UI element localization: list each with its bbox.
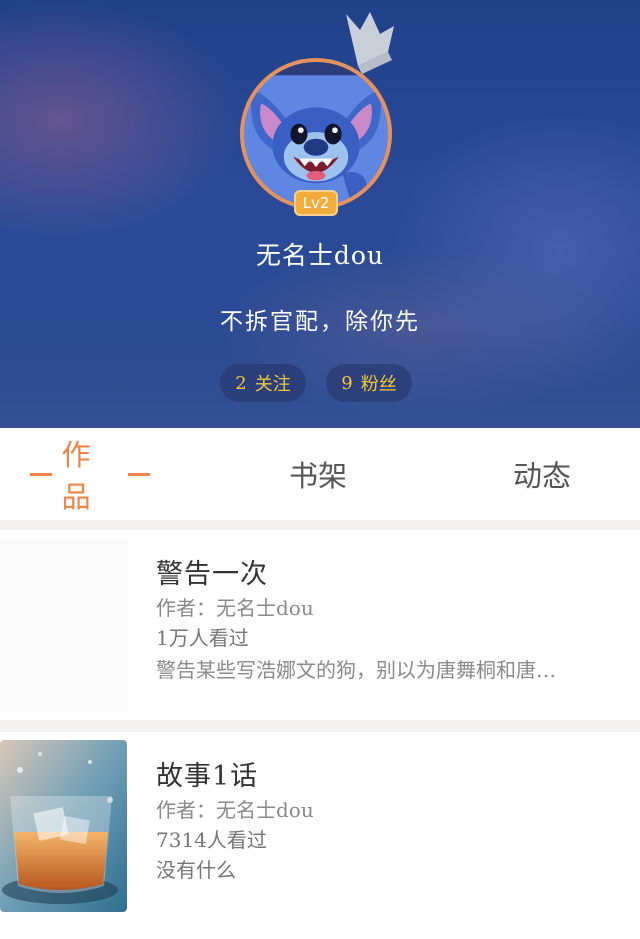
work-description: 警告某些写浩娜文的狗，别以为唐舞桐和唐…: [156, 658, 556, 682]
profile-tabs: 作品 书架 动态: [0, 428, 640, 520]
avatar-image: [244, 62, 388, 206]
following-label: 关注: [254, 374, 291, 395]
tab-works[interactable]: 作品: [20, 428, 160, 520]
work-views: 7314人看过: [156, 828, 267, 852]
fans-count: 9: [341, 372, 353, 394]
work-item[interactable]: 故事1话 作者：无名士dou 7314人看过 没有什么: [0, 732, 640, 939]
fans-button[interactable]: 9 粉丝: [326, 364, 412, 402]
work-cover: [0, 540, 128, 712]
divider: [0, 720, 640, 732]
work-author: 作者：无名士dou: [156, 798, 314, 822]
work-description: 没有什么: [156, 858, 236, 882]
cover-image: [0, 740, 127, 912]
work-views: 1万人看过: [156, 626, 249, 650]
tab-activity-label: 动态: [512, 459, 571, 493]
tab-activity[interactable]: 动态: [486, 428, 598, 520]
work-author: 作者：无名士dou: [156, 596, 314, 620]
following-button[interactable]: 2 关注: [220, 364, 306, 402]
work-title: 警告一次: [156, 559, 268, 590]
fans-label: 粉丝: [360, 374, 397, 395]
profile-stats: 2 关注 9 粉丝: [0, 364, 640, 402]
profile-header: Lv2 无名士dou 不拆官配，除你先 2 关注 9 粉丝: [0, 0, 640, 428]
tab-works-label: 作品: [61, 438, 91, 514]
avatar[interactable]: [240, 58, 392, 210]
tab-active-indicator-left: [30, 472, 52, 476]
work-item[interactable]: 警告一次 作者：无名士dou 1万人看过 警告某些写浩娜文的狗，别以为唐舞桐和唐…: [0, 530, 640, 720]
divider: [0, 520, 640, 530]
tab-bookshelf-label: 书架: [288, 459, 347, 493]
username: 无名士dou: [255, 241, 385, 270]
following-count: 2: [235, 372, 247, 394]
work-title: 故事1话: [156, 761, 259, 792]
tab-active-indicator-right: [128, 472, 150, 476]
profile-signature: 不拆官配，除你先: [220, 309, 420, 335]
tab-bookshelf[interactable]: 书架: [262, 428, 374, 520]
level-badge: Lv2: [294, 190, 338, 216]
work-cover: [0, 740, 127, 912]
